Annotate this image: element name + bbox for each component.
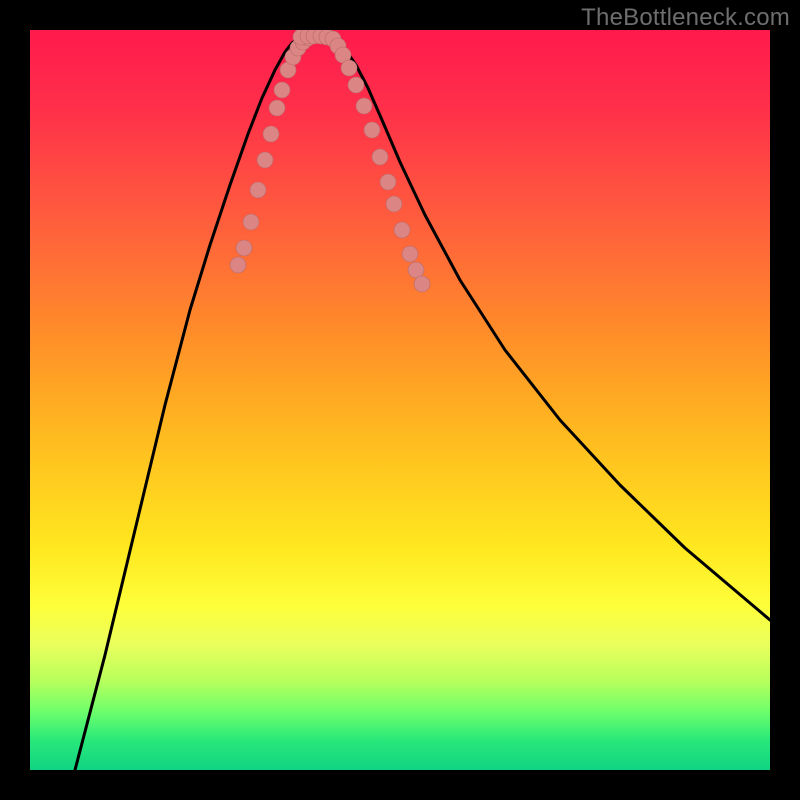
data-dot [372, 149, 388, 165]
data-dot [236, 240, 252, 256]
data-dot [356, 98, 372, 114]
data-dot [402, 246, 418, 262]
data-dot [380, 174, 396, 190]
data-dot [250, 182, 266, 198]
chart-frame: TheBottleneck.com [0, 0, 800, 800]
watermark-label: TheBottleneck.com [581, 4, 790, 32]
data-dot [348, 77, 364, 93]
data-dot [414, 276, 430, 292]
data-dot [341, 60, 357, 76]
plot-area [30, 30, 770, 770]
data-dot [263, 126, 279, 142]
curve-layer [30, 30, 770, 770]
data-dot [257, 152, 273, 168]
data-dot [408, 262, 424, 278]
bottleneck-curve [75, 36, 770, 770]
data-dot [243, 214, 259, 230]
data-dot [274, 82, 290, 98]
data-dot [364, 122, 380, 138]
data-dot [230, 257, 246, 273]
data-dot [269, 100, 285, 116]
data-dot [394, 222, 410, 238]
data-dot [386, 196, 402, 212]
